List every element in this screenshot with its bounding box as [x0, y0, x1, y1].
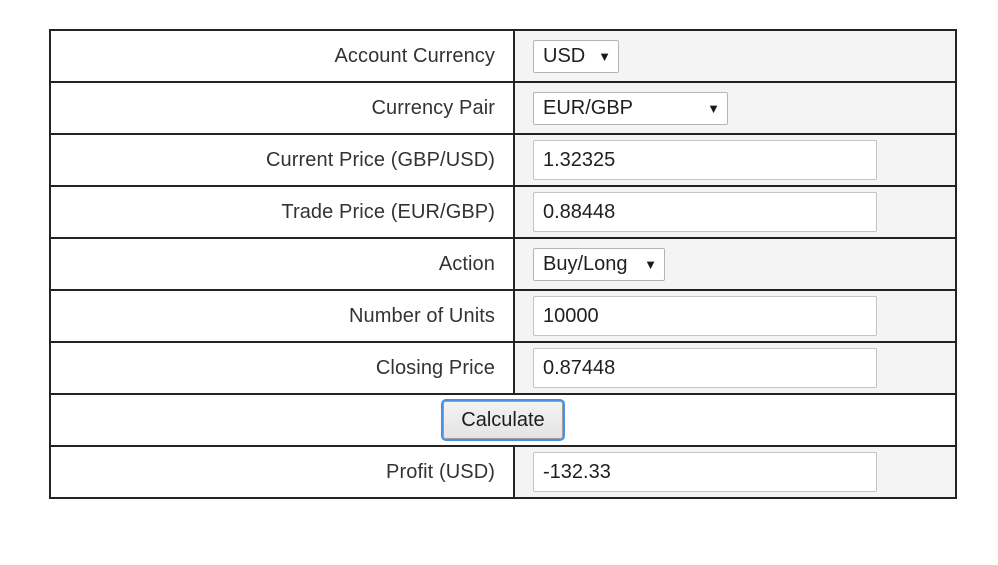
table-row: Calculate [49, 393, 957, 447]
table-row: Currency Pair EUR/GBP ▼ [49, 81, 957, 135]
label-profit: Profit (USD) [49, 445, 515, 499]
label-number-of-units: Number of Units [49, 289, 515, 343]
calculate-row-cell: Calculate [49, 393, 957, 447]
action-select[interactable]: Buy/Long ▼ [533, 247, 665, 281]
field-cell-action: Buy/Long ▼ [513, 237, 957, 291]
label-current-price: Current Price (GBP/USD) [49, 133, 515, 187]
label-action: Action [49, 237, 515, 291]
table-row: Action Buy/Long ▼ [49, 237, 957, 291]
table-row: Number of Units [49, 289, 957, 343]
trade-price-input[interactable] [533, 192, 877, 232]
profit-output-input[interactable] [533, 452, 877, 492]
label-trade-price: Trade Price (EUR/GBP) [49, 185, 515, 239]
chevron-down-icon: ▼ [707, 100, 720, 116]
profit-calculator-page: Account Currency USD ▼ Currency Pair EUR… [0, 0, 998, 565]
closing-price-input[interactable] [533, 348, 877, 388]
chevron-down-icon: ▼ [644, 256, 657, 272]
currency-pair-value: EUR/GBP [543, 97, 634, 119]
action-value: Buy/Long [543, 253, 628, 275]
profit-calculator-table: Account Currency USD ▼ Currency Pair EUR… [49, 29, 957, 499]
table-row: Trade Price (EUR/GBP) [49, 185, 957, 239]
table-row: Current Price (GBP/USD) [49, 133, 957, 187]
current-price-input[interactable] [533, 140, 877, 180]
label-closing-price: Closing Price [49, 341, 515, 395]
account-currency-value: USD [543, 45, 586, 67]
table-row: Profit (USD) [49, 445, 957, 499]
label-account-currency: Account Currency [49, 29, 515, 83]
field-cell-number-of-units [513, 289, 957, 343]
field-cell-current-price [513, 133, 957, 187]
table-body: Account Currency USD ▼ Currency Pair EUR… [49, 29, 957, 499]
number-of-units-input[interactable] [533, 296, 877, 336]
field-cell-currency-pair: EUR/GBP ▼ [513, 81, 957, 135]
account-currency-select[interactable]: USD ▼ [533, 39, 619, 73]
field-cell-closing-price [513, 341, 957, 395]
field-cell-profit [513, 445, 957, 499]
field-cell-trade-price [513, 185, 957, 239]
field-cell-account-currency: USD ▼ [513, 29, 957, 83]
currency-pair-select[interactable]: EUR/GBP ▼ [533, 91, 728, 125]
label-currency-pair: Currency Pair [49, 81, 515, 135]
table-row: Account Currency USD ▼ [49, 29, 957, 83]
table-row: Closing Price [49, 341, 957, 395]
calculate-button[interactable]: Calculate [441, 399, 565, 441]
chevron-down-icon: ▼ [598, 48, 611, 64]
